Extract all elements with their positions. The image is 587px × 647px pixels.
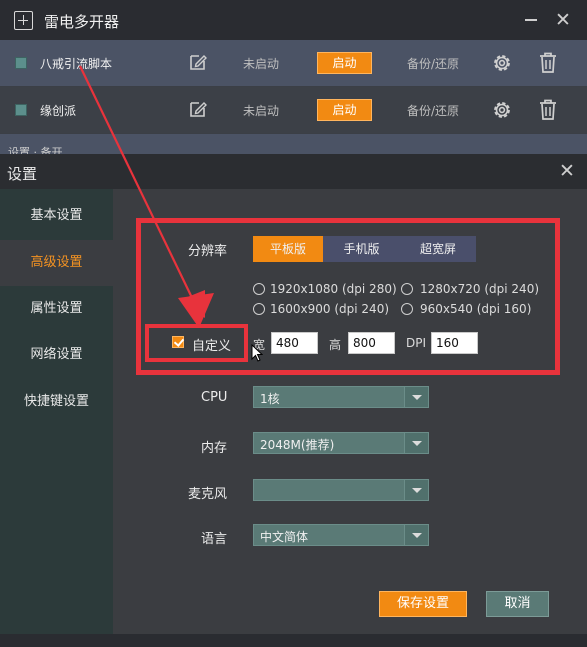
- sidebar-item-properties[interactable]: 属性设置: [0, 286, 113, 332]
- instance-name: 八戒引流脚本: [40, 57, 113, 71]
- mouse-cursor-icon: [251, 344, 263, 362]
- minimize-icon[interactable]: [525, 19, 537, 21]
- memory-select-value: 2048M(推荐): [260, 438, 335, 452]
- dialog-title: 设置: [7, 165, 38, 183]
- microphone-select[interactable]: [253, 479, 429, 501]
- save-settings-button[interactable]: 保存设置: [379, 591, 467, 617]
- chevron-down-icon[interactable]: [404, 387, 428, 407]
- gear-icon[interactable]: [491, 52, 513, 74]
- trash-icon[interactable]: [538, 98, 558, 121]
- instance-status: 未启动: [243, 57, 280, 71]
- trash-icon[interactable]: [538, 51, 558, 74]
- gear-icon[interactable]: [491, 99, 513, 121]
- instance-row[interactable]: 八戒引流脚本 未启动 启动 备份/还原: [0, 40, 587, 86]
- chevron-down-icon[interactable]: [404, 433, 428, 453]
- instance-checkbox[interactable]: [15, 57, 27, 69]
- annotation-box-custom: [145, 324, 248, 362]
- window-bottom-edge: [0, 634, 587, 647]
- backup-restore-link[interactable]: 备份/还原: [407, 55, 459, 72]
- app-logo-icon: [14, 11, 33, 30]
- language-label: 语言: [201, 532, 228, 547]
- main-close-icon[interactable]: ✕: [554, 10, 572, 30]
- settings-sidebar: 基本设置 高级设置 属性设置 网络设置 快捷键设置: [0, 189, 113, 634]
- sidebar-item-network[interactable]: 网络设置: [0, 332, 113, 378]
- obscured-row: 设置 · 备开: [0, 134, 587, 154]
- sidebar-item-basic[interactable]: 基本设置: [0, 193, 113, 239]
- cpu-label: CPU: [201, 390, 228, 405]
- main-title-bar: 雷电多开器 ✕: [0, 0, 587, 40]
- sidebar-item-advanced[interactable]: 高级设置: [0, 240, 113, 286]
- dialog-title-bar: 设置 ✕: [0, 154, 587, 189]
- obscured-row-text: 设置 · 备开: [8, 146, 63, 154]
- cancel-button[interactable]: 取消: [486, 591, 549, 617]
- dialog-close-icon[interactable]: ✕: [557, 160, 577, 182]
- app-title: 雷电多开器: [44, 13, 120, 31]
- chevron-down-icon[interactable]: [404, 525, 428, 545]
- launch-button[interactable]: 启动: [317, 99, 372, 121]
- memory-label: 内存: [201, 441, 228, 456]
- language-select-value: 中文简体: [260, 530, 309, 544]
- microphone-label: 麦克风: [188, 487, 228, 502]
- instance-row[interactable]: 缘创派 未启动 启动 备份/还原: [0, 87, 587, 133]
- cpu-select-value: 1核: [260, 392, 280, 406]
- chevron-down-icon[interactable]: [404, 480, 428, 500]
- edit-icon[interactable]: [188, 99, 208, 119]
- memory-select[interactable]: 2048M(推荐): [253, 432, 429, 454]
- sidebar-item-hotkeys[interactable]: 快捷键设置: [0, 379, 113, 425]
- edit-icon[interactable]: [188, 52, 208, 72]
- instance-status: 未启动: [243, 104, 280, 118]
- instance-name: 缘创派: [40, 104, 77, 118]
- cpu-select[interactable]: 1核: [253, 386, 429, 408]
- language-select[interactable]: 中文简体: [253, 524, 429, 546]
- backup-restore-link[interactable]: 备份/还原: [407, 102, 459, 119]
- instance-checkbox[interactable]: [15, 104, 27, 116]
- launch-button[interactable]: 启动: [317, 52, 372, 74]
